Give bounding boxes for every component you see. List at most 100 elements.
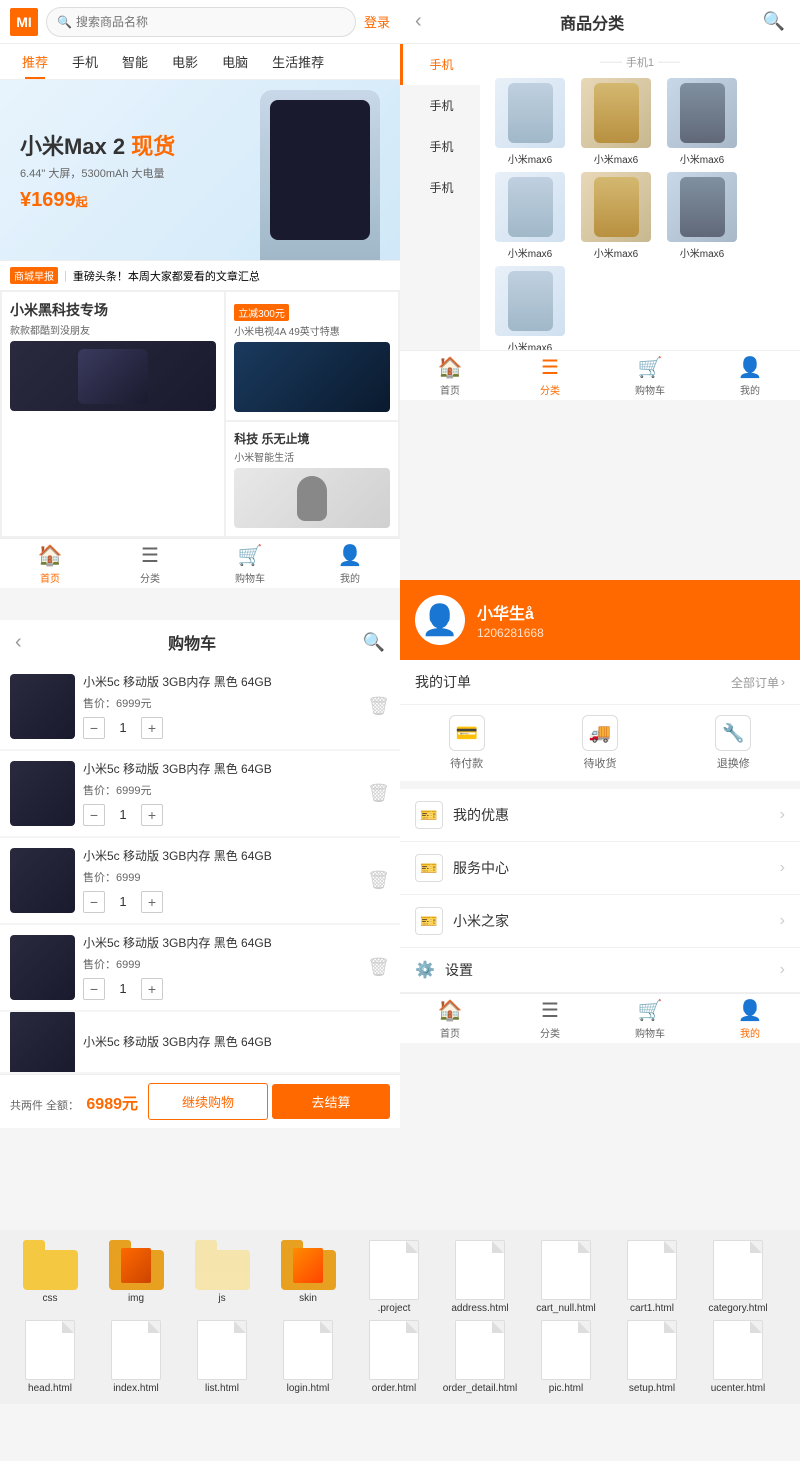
cat-product[interactable]: 小米max6: [662, 78, 742, 166]
search-input[interactable]: [76, 15, 345, 29]
banner[interactable]: 小米Max 2 现货 6.44" 大屏，5300mAh 大电量 ¥1699起: [0, 80, 400, 260]
cat-product[interactable]: 小米max6: [490, 266, 570, 350]
folder-js[interactable]: js: [182, 1240, 262, 1314]
file-index[interactable]: index.html: [96, 1320, 176, 1394]
cart-search-button[interactable]: 🔍: [363, 632, 385, 653]
qty-increase-4[interactable]: +: [141, 978, 163, 1000]
nav-tab-life[interactable]: 生活推荐: [260, 44, 336, 79]
user-mine-icon: 👤: [738, 998, 763, 1023]
user-id: 1206281668: [477, 626, 544, 640]
file-cart-null[interactable]: cart_null.html: [526, 1240, 606, 1314]
promo-title-tech: 小米黑科技专场: [10, 300, 216, 320]
nav-tab-home[interactable]: 推荐: [10, 44, 60, 79]
cat-nav-cart[interactable]: 🛒 购物车: [600, 351, 700, 400]
sidebar-item-phone2[interactable]: 手机: [400, 85, 480, 126]
cat-product[interactable]: 小米max6: [490, 172, 570, 260]
qty-increase-3[interactable]: +: [141, 891, 163, 913]
file-order[interactable]: order.html: [354, 1320, 434, 1394]
user-panel: 👤 小华生å 1206281668 我的订单 全部订单 › 💳 待付款 🚚 待收…: [400, 580, 800, 1043]
sidebar-item-phone1[interactable]: 手机: [400, 44, 480, 85]
qty-decrease-4[interactable]: −: [83, 978, 105, 1000]
setup-file-label: setup.html: [629, 1383, 675, 1394]
cat-product[interactable]: 小米max6: [490, 78, 570, 166]
product-img: [495, 172, 565, 242]
category-file-label: category.html: [708, 1303, 767, 1314]
cat-nav-home[interactable]: 🏠 首页: [400, 351, 500, 400]
nav-cart[interactable]: 🛒 购物车: [200, 539, 300, 588]
file-head[interactable]: head.html: [10, 1320, 90, 1394]
cart-delete-3[interactable]: 🗑: [367, 870, 390, 891]
cat-nav-mine[interactable]: 👤 我的: [700, 351, 800, 400]
qty-decrease-1[interactable]: −: [83, 717, 105, 739]
category-panel: ‹ 商品分类 🔍 手机 手机 手机 手机 手机1 小米max6 小米max6: [400, 0, 800, 400]
cat-product[interactable]: 小米max6: [662, 172, 742, 260]
continue-shopping-button[interactable]: 继续购物: [148, 1083, 268, 1120]
order-item-repair[interactable]: 🔧 退换修: [667, 715, 800, 771]
cart-delete-4[interactable]: 🗑: [367, 957, 390, 978]
user-nav-category[interactable]: ☰ 分类: [500, 994, 600, 1043]
home-panel: MI 🔍 登录 推荐 手机 智能 电影 电脑 生活推荐 小米Max 2 现货 6…: [0, 0, 400, 588]
cat-nav-category[interactable]: ☰ 分类: [500, 351, 600, 400]
qty-increase-1[interactable]: +: [141, 717, 163, 739]
menu-item-service[interactable]: 🎫 服务中心 ›: [400, 842, 800, 895]
promo-badge-tv: 立减300元: [234, 304, 289, 321]
nav-home-label: 首页: [40, 570, 60, 585]
cart-header: ‹ 购物车 🔍: [0, 620, 400, 664]
nav-home[interactable]: 🏠 首页: [0, 539, 100, 588]
category-file-icon: [713, 1240, 763, 1300]
menu-item-settings[interactable]: ⚙️ 设置 ›: [400, 948, 800, 993]
menu-item-coupon[interactable]: 🎫 我的优惠 ›: [400, 789, 800, 842]
sidebar-item-phone3[interactable]: 手机: [400, 126, 480, 167]
file-project[interactable]: .project: [354, 1240, 434, 1314]
orders-title: 我的订单: [415, 672, 471, 692]
nav-tab-movie[interactable]: 电影: [160, 44, 210, 79]
cat-product[interactable]: 小米max6: [576, 78, 656, 166]
coupon-label: 我的优惠: [453, 805, 780, 825]
promo-item-tech[interactable]: 小米黑科技专场 款款都酷到没朋友: [2, 292, 224, 536]
category-search-button[interactable]: 🔍: [763, 11, 785, 32]
file-setup[interactable]: setup.html: [612, 1320, 692, 1394]
qty-increase-2[interactable]: +: [141, 804, 163, 826]
user-nav-cart[interactable]: 🛒 购物车: [600, 994, 700, 1043]
file-list[interactable]: list.html: [182, 1320, 262, 1394]
promo-item-robot[interactable]: 科技 乐无止境 小米智能生活: [226, 422, 398, 536]
folder-img[interactable]: img: [96, 1240, 176, 1314]
back-button[interactable]: ‹: [415, 10, 422, 33]
coupon-icon: 🎫: [415, 801, 443, 829]
file-category[interactable]: category.html: [698, 1240, 778, 1314]
order-item-payment[interactable]: 💳 待付款: [400, 715, 533, 771]
promo-item-tv[interactable]: 立减300元 小米电视4A 49英寸特惠: [226, 292, 398, 420]
cart-item-name-3: 小米5c 移动版 3GB内存 黑色 64GB: [83, 848, 359, 865]
user-nav-home[interactable]: 🏠 首页: [400, 994, 500, 1043]
cart-delete-1[interactable]: 🗑: [367, 696, 390, 717]
nav-tab-smart[interactable]: 智能: [110, 44, 160, 79]
nav-tab-pc[interactable]: 电脑: [210, 44, 260, 79]
nav-category[interactable]: ☰ 分类: [100, 539, 200, 588]
nav-mine[interactable]: 👤 我的: [300, 539, 400, 588]
all-orders-link[interactable]: 全部订单 ›: [731, 674, 785, 691]
user-nav-mine[interactable]: 👤 我的: [700, 994, 800, 1043]
file-address[interactable]: address.html: [440, 1240, 520, 1314]
folder-skin[interactable]: skin: [268, 1240, 348, 1314]
file-cart1[interactable]: cart1.html: [612, 1240, 692, 1314]
cart-back-button[interactable]: ‹: [15, 631, 22, 654]
nav-tabs: 推荐 手机 智能 电影 电脑 生活推荐: [0, 44, 400, 80]
setup-file-icon: [627, 1320, 677, 1380]
menu-item-mistore[interactable]: 🎫 小米之家 ›: [400, 895, 800, 948]
qty-decrease-3[interactable]: −: [83, 891, 105, 913]
file-order-detail[interactable]: order_detail.html: [440, 1320, 520, 1394]
login-button[interactable]: 登录: [364, 12, 390, 31]
file-pic[interactable]: pic.html: [526, 1320, 606, 1394]
cat-product[interactable]: 小米max6: [576, 172, 656, 260]
file-ucenter[interactable]: ucenter.html: [698, 1320, 778, 1394]
sidebar-item-phone4[interactable]: 手机: [400, 167, 480, 208]
order-item-delivery[interactable]: 🚚 待收货: [533, 715, 666, 771]
checkout-button[interactable]: 去结算: [272, 1084, 390, 1119]
cart-delete-2[interactable]: 🗑: [367, 783, 390, 804]
folder-css[interactable]: css: [10, 1240, 90, 1314]
search-bar[interactable]: 🔍: [46, 7, 356, 37]
nav-tab-phone[interactable]: 手机: [60, 44, 110, 79]
login-file-icon: [283, 1320, 333, 1380]
file-login[interactable]: login.html: [268, 1320, 348, 1394]
qty-decrease-2[interactable]: −: [83, 804, 105, 826]
